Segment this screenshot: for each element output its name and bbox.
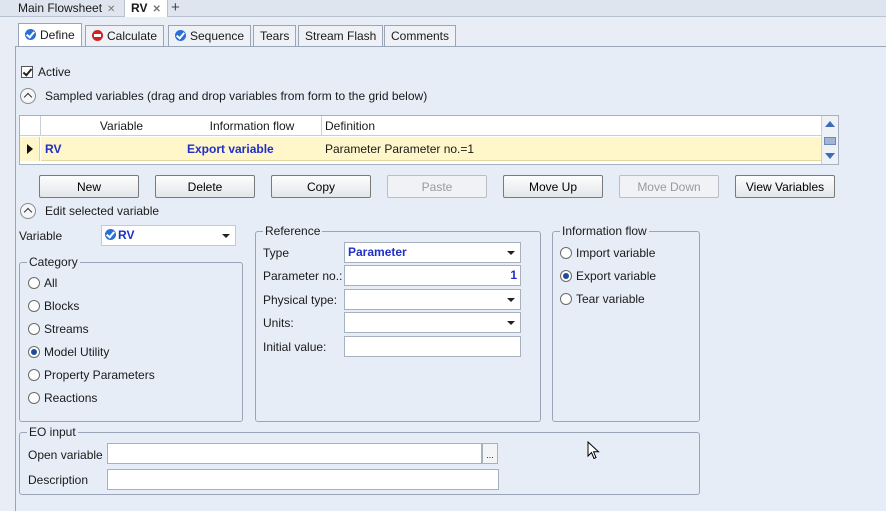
category-option-label: Blocks bbox=[44, 299, 80, 313]
scroll-down-icon[interactable] bbox=[825, 153, 835, 159]
category-option-label: All bbox=[44, 276, 58, 290]
scroll-up-icon[interactable] bbox=[825, 121, 835, 127]
type-value: Parameter bbox=[348, 245, 407, 259]
variable-label: Variable bbox=[19, 229, 63, 243]
flow-option-label: Tear variable bbox=[576, 292, 645, 306]
tab-label: Sequence bbox=[190, 29, 245, 43]
open-variable-field[interactable] bbox=[107, 443, 482, 464]
cell-variable[interactable]: RV bbox=[41, 137, 183, 161]
eo-input-title: EO input bbox=[27, 425, 78, 439]
edit-header: Edit selected variable bbox=[45, 204, 160, 218]
tab-label: Comments bbox=[391, 29, 450, 43]
sampled-header: Sampled variables (drag and drop variabl… bbox=[45, 89, 428, 103]
open-variable-label: Open variable bbox=[28, 448, 103, 462]
grid-header-variable[interactable]: Variable bbox=[41, 116, 203, 136]
collapse-sampled-icon[interactable] bbox=[20, 88, 36, 104]
parameter-no-label: Parameter no.: bbox=[263, 269, 343, 283]
units-label: Units: bbox=[263, 316, 294, 330]
physical-type-label: Physical type: bbox=[263, 293, 338, 307]
tab-calculate[interactable]: Calculate bbox=[85, 25, 165, 47]
doc-tab-rv[interactable]: RV ✕ bbox=[124, 0, 168, 17]
scroll-thumb[interactable] bbox=[824, 137, 836, 145]
grid-scrollbar[interactable] bbox=[821, 116, 838, 164]
category-radio-property-parameters[interactable] bbox=[28, 369, 40, 381]
category-radio-all[interactable] bbox=[28, 277, 40, 289]
flow-radio-import[interactable] bbox=[560, 247, 572, 259]
tab-tears[interactable]: Tears bbox=[253, 25, 297, 47]
tab-label: Stream Flash bbox=[305, 29, 377, 43]
tab-stream-flash[interactable]: Stream Flash bbox=[298, 25, 384, 47]
description-field[interactable] bbox=[107, 469, 499, 490]
description-label: Description bbox=[28, 473, 89, 487]
paste-button[interactable]: Paste bbox=[387, 175, 487, 198]
type-label: Type bbox=[263, 246, 290, 260]
chevron-down-icon[interactable] bbox=[507, 298, 515, 302]
initial-value-label: Initial value: bbox=[263, 340, 327, 354]
parameter-no-field[interactable]: 1 bbox=[344, 265, 521, 286]
tab-sequence[interactable]: Sequence bbox=[168, 25, 252, 47]
row-selector-icon[interactable] bbox=[20, 137, 40, 161]
category-option-label: Property Parameters bbox=[44, 368, 155, 382]
units-select[interactable] bbox=[344, 312, 521, 333]
delete-button[interactable]: Delete bbox=[155, 175, 255, 198]
tab-comments[interactable]: Comments bbox=[384, 25, 457, 47]
tab-define[interactable]: Define bbox=[18, 23, 82, 47]
copy-button[interactable]: Copy bbox=[271, 175, 371, 198]
flow-option-label: Import variable bbox=[576, 246, 656, 260]
cell-definition[interactable]: Parameter Parameter no.=1 bbox=[321, 137, 821, 161]
tab-label: Define bbox=[40, 28, 75, 42]
move-up-button[interactable]: Move Up bbox=[503, 175, 603, 198]
category-radio-reactions[interactable] bbox=[28, 392, 40, 404]
variable-select[interactable]: RV bbox=[101, 225, 236, 246]
category-radio-blocks[interactable] bbox=[28, 300, 40, 312]
tab-label: Calculate bbox=[107, 29, 158, 43]
check-circle-icon bbox=[175, 30, 186, 41]
check-circle-icon bbox=[25, 29, 36, 40]
grid-header-flow[interactable]: Information flow bbox=[183, 116, 322, 136]
close-icon[interactable]: ✕ bbox=[152, 4, 160, 15]
browse-button[interactable]: ... bbox=[482, 443, 498, 464]
red-circle-icon bbox=[92, 30, 103, 41]
move-down-button[interactable]: Move Down bbox=[619, 175, 719, 198]
category-title: Category bbox=[27, 255, 80, 269]
grid-header-definition[interactable]: Definition bbox=[322, 116, 822, 136]
flow-radio-export[interactable] bbox=[560, 270, 572, 282]
active-checkbox[interactable] bbox=[21, 66, 33, 78]
new-button[interactable]: New bbox=[39, 175, 139, 198]
information-flow-title: Information flow bbox=[560, 224, 649, 238]
doc-tab-main-flowsheet[interactable]: Main Flowsheet ✕ bbox=[12, 0, 121, 17]
document-tab-strip: Main Flowsheet ✕ RV ✕ + bbox=[0, 0, 886, 17]
grid-corner bbox=[20, 116, 41, 136]
category-radio-streams[interactable] bbox=[28, 323, 40, 335]
cell-flow[interactable]: Export variable bbox=[183, 137, 322, 161]
chevron-down-icon[interactable] bbox=[507, 321, 515, 325]
category-radio-model-utility[interactable] bbox=[28, 346, 40, 358]
doc-tab-label: RV bbox=[131, 1, 148, 15]
chevron-down-icon[interactable] bbox=[507, 251, 515, 255]
close-icon[interactable]: ✕ bbox=[107, 4, 115, 15]
category-option-label: Model Utility bbox=[44, 345, 110, 359]
check-circle-icon bbox=[105, 229, 116, 240]
flow-radio-tear[interactable] bbox=[560, 293, 572, 305]
reference-title: Reference bbox=[263, 224, 323, 238]
type-select[interactable]: Parameter bbox=[344, 242, 521, 263]
collapse-edit-icon[interactable] bbox=[20, 203, 36, 219]
physical-type-select[interactable] bbox=[344, 289, 521, 310]
view-variables-button[interactable]: View Variables bbox=[735, 175, 835, 198]
initial-value-field[interactable] bbox=[344, 336, 521, 357]
category-option-label: Reactions bbox=[44, 391, 98, 405]
flow-option-label: Export variable bbox=[576, 269, 657, 283]
active-label: Active bbox=[38, 65, 71, 79]
mouse-pointer-icon bbox=[587, 441, 600, 460]
add-tab-icon[interactable]: + bbox=[171, 0, 180, 16]
tab-label: Tears bbox=[260, 29, 290, 43]
sampled-variables-grid[interactable]: Variable Information flow Definition RV … bbox=[19, 115, 839, 165]
category-option-label: Streams bbox=[44, 322, 89, 336]
chevron-down-icon[interactable] bbox=[222, 234, 230, 238]
doc-tab-label: Main Flowsheet bbox=[18, 1, 103, 15]
variable-value: RV bbox=[118, 228, 135, 242]
